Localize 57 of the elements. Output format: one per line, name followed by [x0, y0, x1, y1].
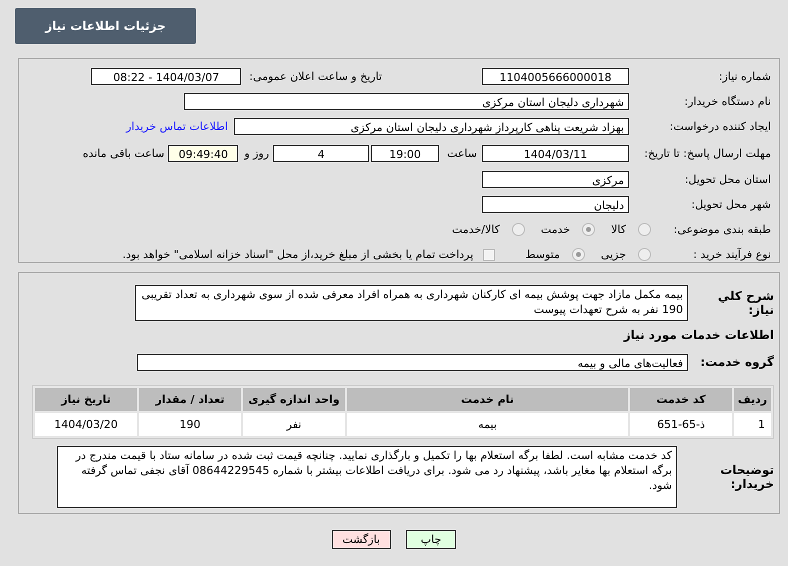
input-field[interactable]: 4 [273, 144, 370, 162]
field-label: توضیحات خریدار: [719, 463, 774, 491]
input-field[interactable]: کد خدمت مشابه است. لطفا برگه استعلام بها را تکمیل و بارگذاری نمایید. چنانچه قیمت ثبت شده در سامانه ستاد با قیمت مندرج در برگه استعلام بها مغایر باشد، پیشنهاد رد می شود. برای دریافت اطلاعات بیشتر با شماره 08644229545 آقای نجفی تماس گرفته شود. [57, 446, 677, 508]
field-label: طبقه بندی موضوعی: [672, 223, 771, 236]
column-header: کد خدمت [630, 388, 732, 411]
print-button[interactable]: چاپ [406, 530, 456, 549]
field-label: شماره نیاز: [718, 70, 771, 83]
option-label: جزیی [600, 248, 626, 261]
input-field[interactable]: بهزاد شریعت پناهی کارپرداز شهرداری دلیجان استان مرکزی [234, 118, 629, 135]
input-field[interactable]: 1404/03/11 [482, 144, 629, 162]
table-cell: 1404/03/20 [35, 413, 137, 436]
column-header: تعداد / مقدار [139, 388, 241, 411]
checkbox[interactable] [483, 248, 496, 260]
field-label: استان محل تحویل: [684, 173, 771, 186]
option-label: کالا [611, 223, 626, 236]
input-field[interactable]: دلیجان [482, 196, 629, 213]
back-button[interactable]: بازگشت [332, 530, 391, 549]
option-label: خدمت [540, 223, 570, 236]
input-field[interactable]: 09:49:40 [168, 144, 238, 162]
option-label: پرداخت تمام یا بخشی از مبلغ خرید،از محل "اسناد خزانه اسلامی" خواهد بود. [122, 248, 474, 261]
field-label: تاریخ و ساعت اعلان عمومی: [249, 70, 382, 83]
field-label: شهر محل تحویل: [690, 198, 771, 211]
input-field[interactable]: 19:00 [371, 144, 440, 162]
column-header: نام خدمت [347, 388, 628, 411]
table-cell: 1 [734, 413, 771, 436]
input-field[interactable]: 1404/03/07 - 08:22 [91, 68, 242, 85]
field-label: شرح کلي نياز: [716, 289, 774, 317]
column-header: ردیف [734, 388, 771, 411]
radio-button[interactable] [512, 223, 525, 236]
column-header: تاریخ نیاز [35, 388, 137, 411]
page-title: جزئیات اطلاعات نیاز [15, 8, 196, 44]
input-field[interactable]: بیمه مکمل مازاد جهت پوشش بیمه ای کارکنان شهرداری به همراه افراد معرفی شده از سوی شهرداری به تعداد تقریبی 190 نفر به شرح تعهدات پیوست [135, 285, 688, 321]
option-label: متوسط [525, 248, 560, 261]
input-field[interactable]: فعالیت‌های مالی و بیمه [137, 354, 688, 370]
field-label: روز و [244, 146, 270, 160]
input-field[interactable]: 1104005666000018 [482, 68, 629, 85]
field-label: گروه خدمت: [699, 355, 774, 369]
table-cell: ذ-65-651 [630, 413, 732, 436]
field-label: ایجاد کننده درخواست: [668, 120, 771, 133]
radio-button[interactable] [572, 248, 585, 261]
contact-link[interactable]: اطلاعات تماس خریدار [126, 120, 228, 133]
option-label: کالا/خدمت [452, 223, 500, 236]
table-cell: 190 [139, 413, 241, 436]
table-cell: بیمه [347, 413, 628, 436]
field-label: مهلت ارسال پاسخ: تا تاریخ: [643, 146, 771, 160]
column-header: واحد اندازه گیری [243, 388, 345, 411]
field-label: ساعت باقی مانده [82, 146, 164, 160]
radio-button[interactable] [638, 248, 651, 261]
table-cell: نفر [243, 413, 345, 436]
field-label: نام دستگاه خریدار: [683, 95, 771, 108]
section-heading: اطلاعات خدمات مورد نیاز [624, 328, 774, 342]
radio-button[interactable] [638, 223, 651, 236]
field-label: ساعت [447, 146, 477, 160]
field-label: نوع فرآیند خرید : [692, 248, 771, 261]
input-field[interactable]: شهرداری دلیجان استان مرکزی [184, 93, 629, 110]
input-field[interactable]: مرکزی [482, 171, 629, 188]
radio-button[interactable] [582, 223, 596, 236]
